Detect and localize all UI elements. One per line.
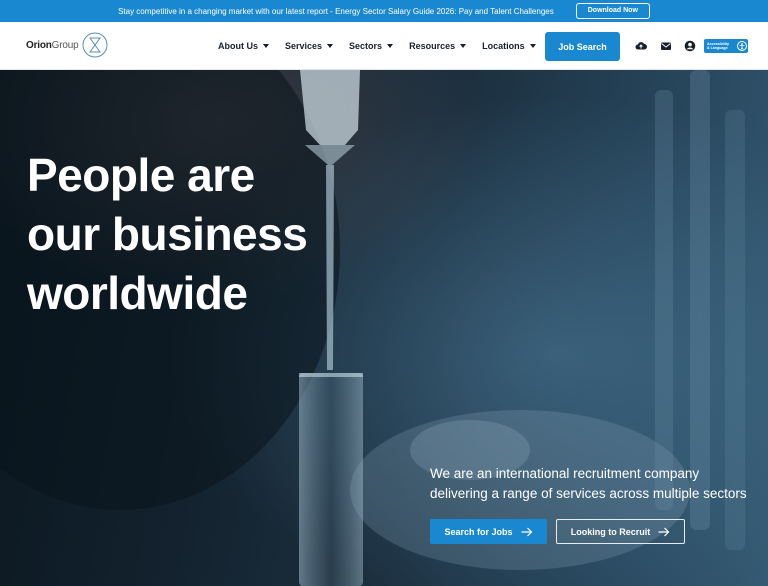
nav-item-resources[interactable]: Resources (409, 41, 467, 51)
hero-section: People are our business worldwide We are… (0, 70, 768, 586)
caret-down-icon (460, 44, 467, 48)
site-logo[interactable]: OrionGroup (26, 32, 108, 58)
nav-item-services[interactable]: Services (285, 41, 334, 51)
announcement-text: Stay competitive in a changing market wi… (118, 6, 554, 16)
hero-description: We are an international recruitment comp… (430, 466, 747, 501)
user-icon[interactable] (684, 40, 696, 52)
caret-down-icon (263, 44, 269, 48)
logo-text: OrionGroup (26, 39, 79, 51)
caret-down-icon (529, 44, 536, 48)
arrow-right-icon (521, 527, 532, 536)
nav-item-locations[interactable]: Locations (482, 41, 536, 51)
download-now-button[interactable]: Download Now (575, 3, 650, 19)
looking-to-recruit-button[interactable]: Looking to Recruit (556, 519, 685, 544)
nav-item-sectors[interactable]: Sectors (349, 41, 394, 51)
nav-item-about-us[interactable]: About Us (218, 41, 269, 51)
mail-icon[interactable] (660, 40, 672, 52)
site-header: OrionGroup About Us Services Sectors Res… (0, 22, 768, 70)
announcement-bar: Stay competitive in a changing market wi… (0, 0, 768, 22)
accessibility-icon (737, 41, 747, 51)
arrow-right-icon (658, 527, 670, 536)
search-for-jobs-button[interactable]: Search for Jobs (430, 519, 547, 544)
hourglass-logo-icon (82, 32, 108, 58)
cloud-upload-icon[interactable] (635, 40, 647, 52)
caret-down-icon (327, 44, 334, 48)
accessibility-language-button[interactable]: Accessibility & Language (704, 39, 748, 53)
hero-heading: People are our business worldwide (27, 149, 308, 319)
job-search-button[interactable]: Job Search (545, 32, 620, 61)
main-nav: About Us Services Sectors Resources Loca… (218, 22, 552, 70)
caret-down-icon (387, 44, 394, 48)
